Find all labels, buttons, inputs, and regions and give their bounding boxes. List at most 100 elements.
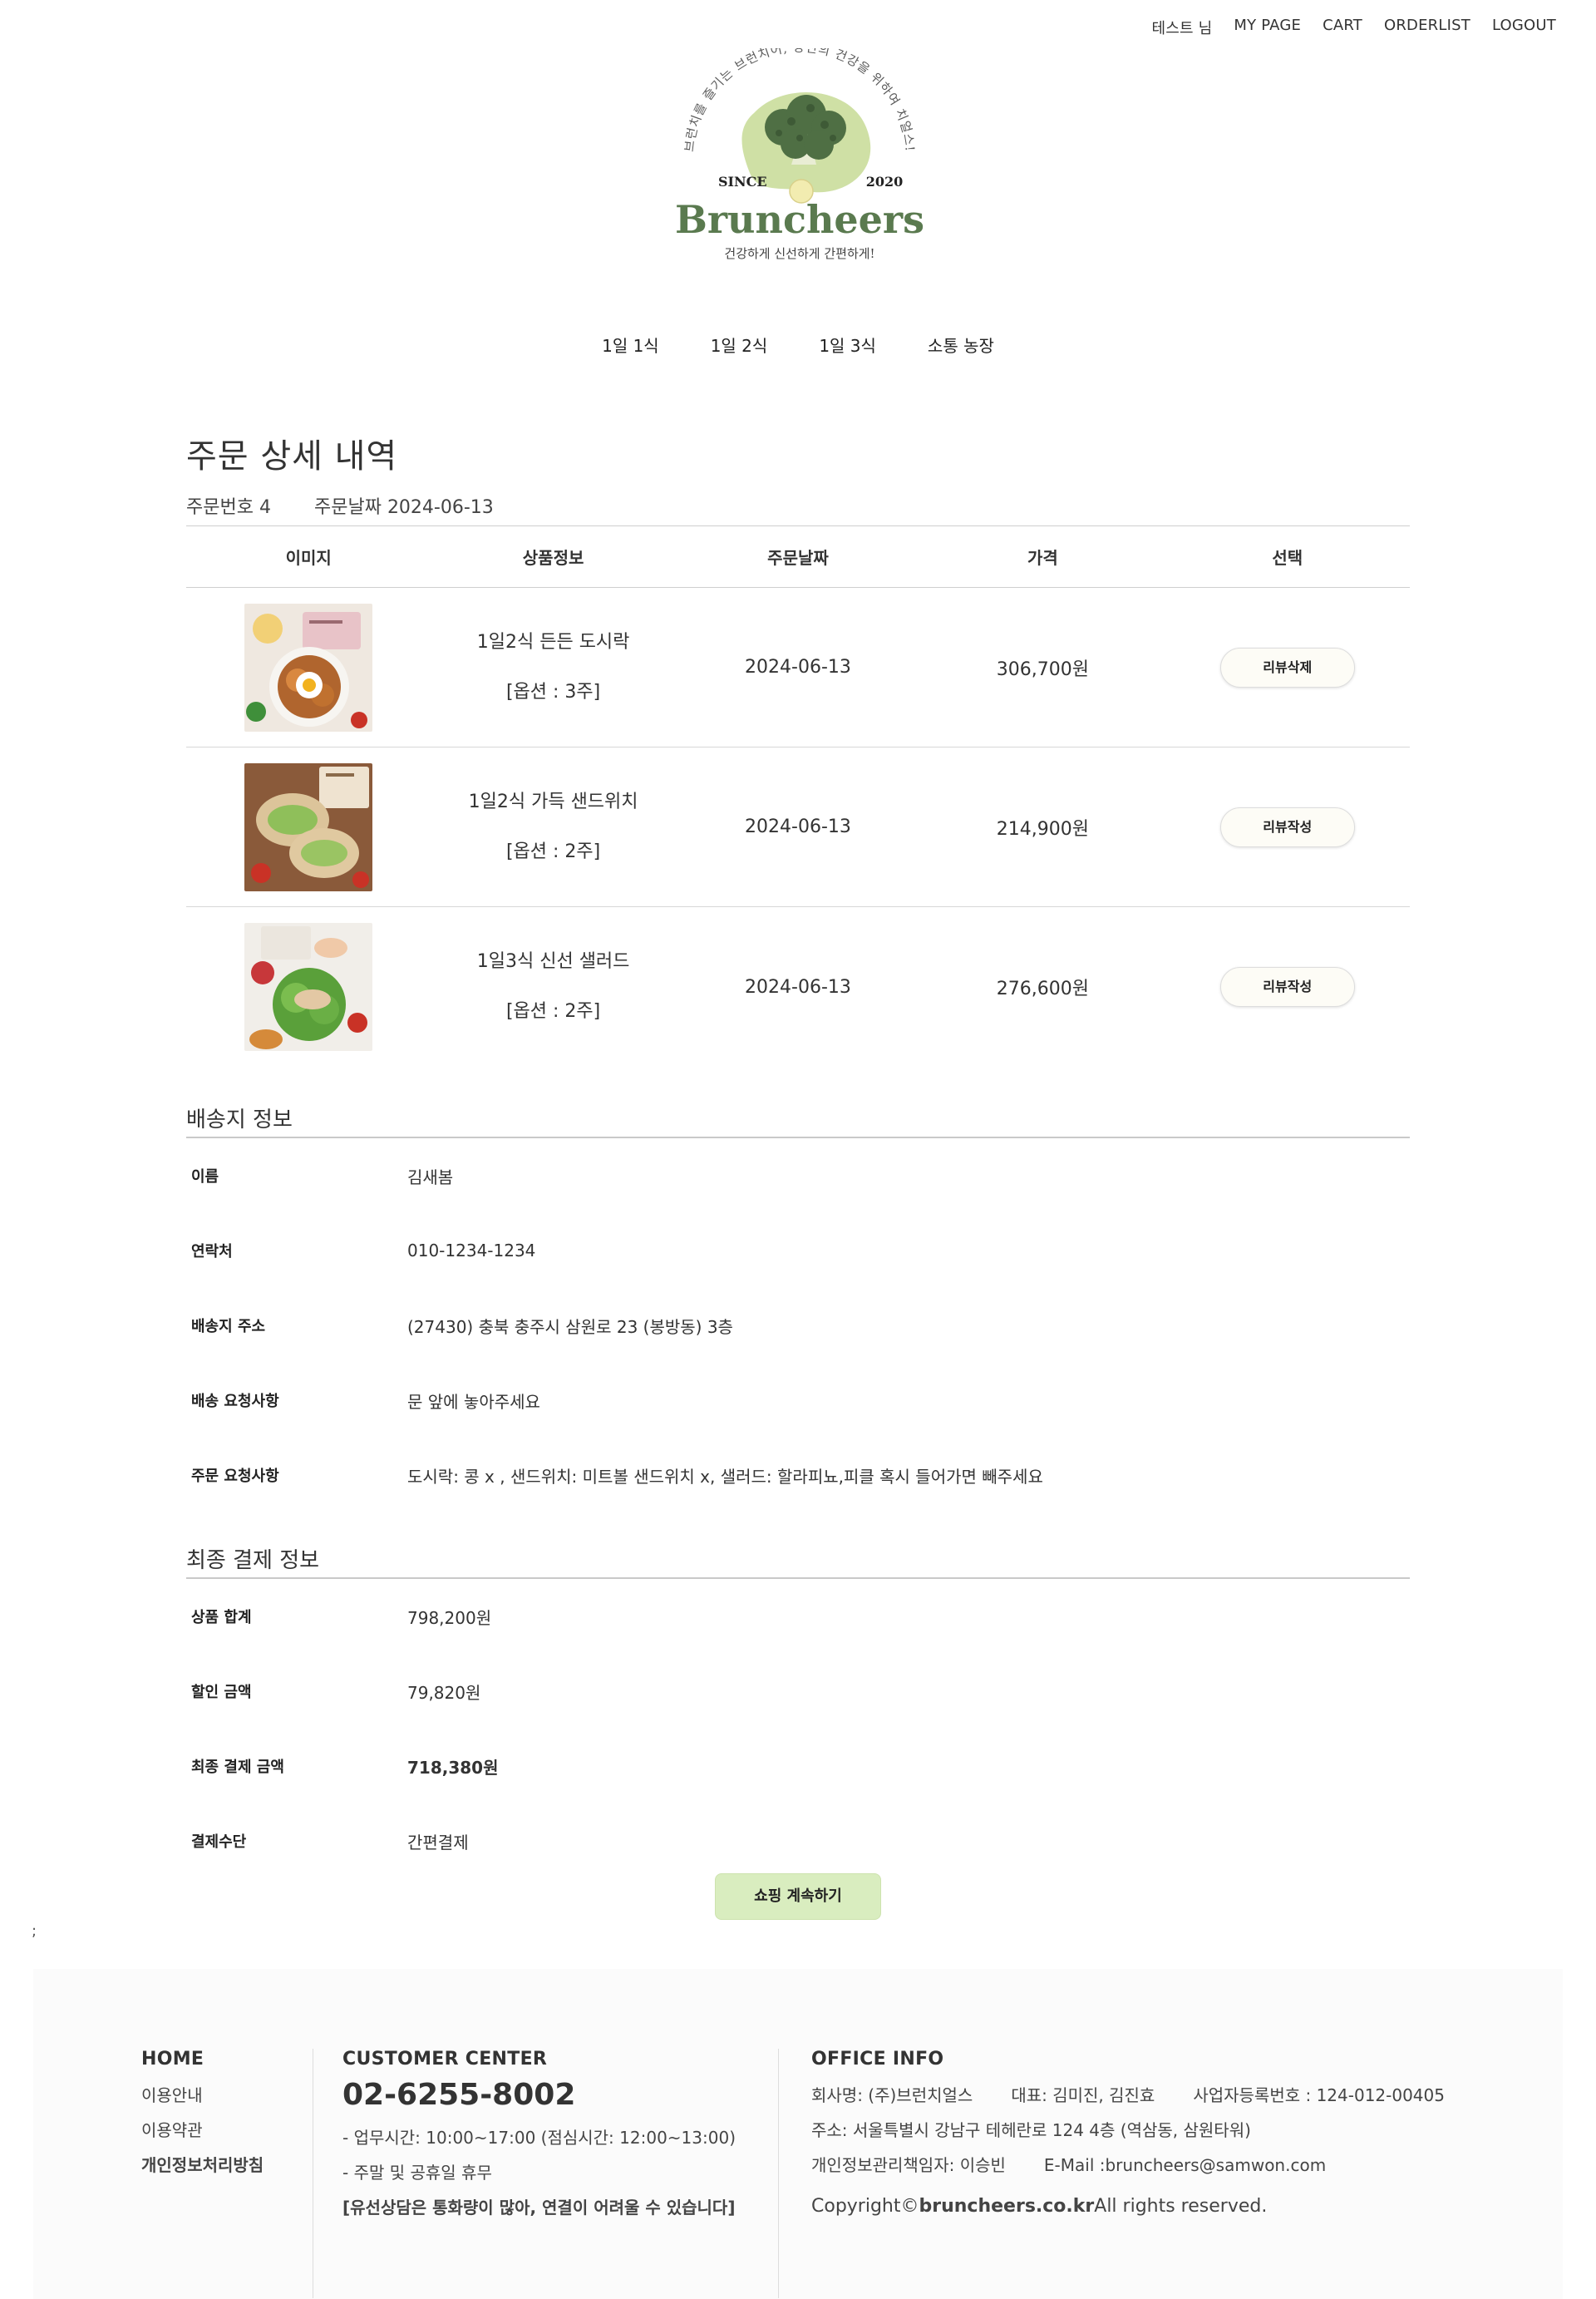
continue-shopping-button[interactable]: 쇼핑 계속하기 <box>715 1873 881 1920</box>
nav-1meal[interactable]: 1일 1식 <box>602 333 659 357</box>
payment-value: 798,200원 <box>407 1607 492 1628</box>
table-row: 1일2식 가득 샌드위치 [옵션 : 2주] 2024-06-13 214,90… <box>186 747 1410 907</box>
logo-brand: Bruncheers <box>675 197 924 242</box>
payment-label: 상품 합계 <box>191 1609 252 1626</box>
shipping-row: 배송 요청사항 문 앞에 놓아주세요 <box>186 1363 1410 1438</box>
footer-links: HOME 이용안내 이용약관 개인정보처리방침 <box>141 2049 264 2183</box>
page-title: 주문 상세 내역 <box>186 437 398 476</box>
product-info: 1일3식 신선 샐러드 [옵션 : 2주] <box>431 937 675 1037</box>
cart-link[interactable]: CART <box>1323 17 1362 38</box>
review-write-button[interactable]: 리뷰작성 <box>1219 967 1355 1007</box>
shipping-row: 배송지 주소 (27430) 충북 충주시 삼원로 23 (봉방동) 3층 <box>186 1288 1410 1363</box>
shipping-title: 배송지 정보 <box>186 1103 1410 1138</box>
shipping-value: (27430) 충북 충주시 삼원로 23 (봉방동) 3층 <box>407 1316 733 1337</box>
order-date-cell: 2024-06-13 <box>745 657 851 678</box>
company-name: 회사명: (주)브런치얼스 <box>811 2085 973 2105</box>
logo-since: SINCE <box>718 174 767 190</box>
shipping-label: 주문 요청사항 <box>191 1468 279 1485</box>
business-hours: - 업무시간: 10:00~17:00 (점심시간: 12:00~13:00) <box>342 2128 736 2148</box>
payment-label: 할인 금액 <box>191 1684 252 1701</box>
footer-terms-link[interactable]: 이용약관 <box>141 2113 264 2148</box>
header-date: 주문날짜 <box>767 548 829 568</box>
order-number: 주문번호 4 <box>186 497 271 518</box>
category-nav: 1일 1식 1일 2식 1일 3식 소통 농장 <box>0 333 1596 357</box>
payment-value: 79,820원 <box>407 1682 481 1703</box>
product-name[interactable]: 1일3식 신선 샐러드 <box>431 937 675 987</box>
shipping-value: 도시락: 콩 x , 샌드위치: 미트볼 샌드위치 x, 샐러드: 할라피뇨,피… <box>407 1466 1043 1487</box>
customer-center-title: CUSTOMER CENTER <box>342 2049 548 2070</box>
shipping-label: 배송지 주소 <box>191 1318 266 1335</box>
order-meta: 주문번호 4 주문날짜 2024-06-13 <box>186 492 1410 519</box>
product-name[interactable]: 1일2식 가득 샌드위치 <box>431 777 675 827</box>
price-cell: 276,600원 <box>996 979 1089 999</box>
orderlist-link[interactable]: ORDERLIST <box>1384 17 1470 38</box>
product-image-salad[interactable] <box>244 923 373 1051</box>
footer-divider <box>778 2049 779 2298</box>
top-nav: 테스트 님 MY PAGE CART ORDERLIST LOGOUT <box>1151 17 1556 38</box>
product-option: [옵션 : 3주] <box>505 681 601 703</box>
stray-mark: ; <box>32 1922 37 1940</box>
review-write-button[interactable]: 리뷰작성 <box>1219 807 1355 847</box>
footer-home-link[interactable]: HOME <box>141 2049 264 2070</box>
payment-label: 결제수단 <box>191 1833 247 1851</box>
office-info: OFFICE INFO 회사명: (주)브런치얼스 대표: 김미진, 김진효 사… <box>811 2049 1445 2217</box>
holiday-notice: - 주말 및 공휴일 휴무 <box>342 2163 492 2183</box>
product-image-dosirak[interactable] <box>244 603 373 732</box>
order-date: 주문날짜 2024-06-13 <box>313 497 494 518</box>
payment-section: 최종 결제 정보 상품 합계 798,200원 할인 금액 79,820원 최종… <box>186 1543 1410 1878</box>
company-address: 주소: 서울특별시 강남구 테헤란로 124 4층 (역삼동, 삼원타워) <box>811 2120 1251 2140</box>
order-date-cell: 2024-06-13 <box>745 976 851 998</box>
shipping-label: 연락처 <box>191 1243 233 1261</box>
payment-row: 상품 합계 798,200원 <box>186 1579 1410 1654</box>
payment-row: 할인 금액 79,820원 <box>186 1654 1410 1729</box>
product-name[interactable]: 1일2식 든든 도시락 <box>431 618 675 668</box>
payment-row: 최종 결제 금액 718,380원 <box>186 1729 1410 1803</box>
footer-guide-link[interactable]: 이용안내 <box>141 2078 264 2113</box>
copyright-domain[interactable]: bruncheers.co.kr <box>919 2196 1095 2217</box>
product-info: 1일2식 든든 도시락 [옵션 : 3주] <box>431 618 675 718</box>
customer-phone[interactable]: 02-6255-8002 <box>342 2078 736 2112</box>
brand-logo[interactable]: 브런치를 즐기는 브런치어, 당신의 건강을 위하여 치얼스! SINCE 20… <box>658 40 941 281</box>
order-date-cell: 2024-06-13 <box>745 816 851 837</box>
table-row: 1일2식 든든 도시락 [옵션 : 3주] 2024-06-13 306,700… <box>186 588 1410 747</box>
table-header: 이미지 상품정보 주문날짜 가격 선택 <box>186 526 1410 588</box>
mypage-link[interactable]: MY PAGE <box>1234 17 1301 38</box>
shipping-label: 이름 <box>191 1168 219 1186</box>
payment-label: 최종 결제 금액 <box>191 1759 284 1776</box>
shipping-row: 이름 김새봄 <box>186 1138 1410 1213</box>
price-cell: 214,900원 <box>996 818 1089 840</box>
privacy-officer: 개인정보관리책임자: 이승빈 <box>811 2155 1006 2175</box>
customer-center: CUSTOMER CENTER 02-6255-8002 - 업무시간: 10:… <box>342 2049 736 2225</box>
payment-row: 결제수단 간편결제 <box>186 1803 1410 1878</box>
shipping-row: 연락처 010-1234-1234 <box>186 1213 1410 1288</box>
copyright: Copyright©bruncheers.co.krAll rights res… <box>811 2196 1268 2217</box>
payment-value: 간편결제 <box>407 1832 469 1853</box>
footer-privacy-link[interactable]: 개인정보처리방침 <box>141 2148 264 2183</box>
logo-tagline: 건강하게 신선하게 간편하게! <box>724 246 874 261</box>
shipping-value: 010-1234-1234 <box>407 1241 536 1261</box>
office-info-title: OFFICE INFO <box>811 2049 944 2070</box>
ceo-name: 대표: 김미진, 김진효 <box>1011 2085 1155 2105</box>
shipping-label: 배송 요청사항 <box>191 1393 279 1410</box>
business-number: 사업자등록번호 : 124-012-00405 <box>1193 2085 1445 2105</box>
header-price: 가격 <box>1027 548 1058 568</box>
company-row: 회사명: (주)브런치얼스 대표: 김미진, 김진효 사업자등록번호 : 124… <box>811 2078 1445 2113</box>
table-row: 1일3식 신선 샐러드 [옵션 : 2주] 2024-06-13 276,600… <box>186 907 1410 1067</box>
nav-farm[interactable]: 소통 농장 <box>928 333 994 357</box>
review-delete-button[interactable]: 리뷰삭제 <box>1219 647 1355 688</box>
header-image: 이미지 <box>285 548 332 568</box>
nav-2meal[interactable]: 1일 2식 <box>711 333 768 357</box>
phone-notice: [유선상담은 통화량이 많아, 연결이 어려울 수 있습니다] <box>342 2198 736 2218</box>
header-info: 상품정보 <box>522 548 584 568</box>
logout-link[interactable]: LOGOUT <box>1492 17 1556 38</box>
shipping-section: 배송지 정보 이름 김새봄 연락처 010-1234-1234 배송지 주소 (… <box>186 1103 1410 1512</box>
contact-row: 개인정보관리책임자: 이승빈 E-Mail :bruncheers@samwon… <box>811 2148 1445 2183</box>
shipping-row: 주문 요청사항 도시락: 콩 x , 샌드위치: 미트볼 샌드위치 x, 샐러드… <box>186 1438 1410 1512</box>
contact-email[interactable]: E-Mail :bruncheers@samwon.com <box>1044 2148 1326 2183</box>
final-amount: 718,380원 <box>407 1757 499 1778</box>
footer: HOME 이용안내 이용약관 개인정보처리방침 CUSTOMER CENTER … <box>33 1969 1563 2299</box>
product-table: 이미지 상품정보 주문날짜 가격 선택 1일2식 든든 도시락 [옵션: 3주… <box>186 525 1410 1067</box>
product-image-sandwich[interactable] <box>244 762 373 891</box>
nav-3meal[interactable]: 1일 3식 <box>819 333 876 357</box>
user-greeting[interactable]: 테스트 님 <box>1151 17 1212 38</box>
